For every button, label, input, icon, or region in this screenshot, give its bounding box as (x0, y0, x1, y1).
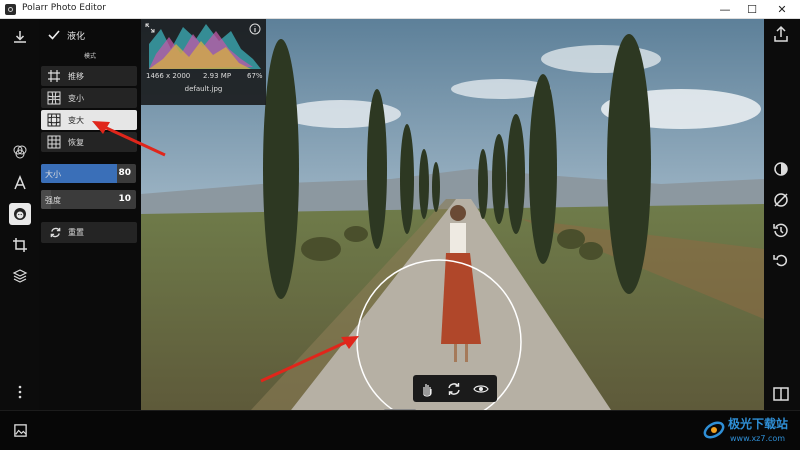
preview-eye-icon[interactable] (473, 381, 489, 397)
face-retouch-icon[interactable] (9, 203, 31, 225)
history-icon[interactable] (771, 220, 791, 240)
info-icon[interactable] (249, 23, 261, 35)
mode-shrink-button[interactable]: 变小 (41, 88, 137, 108)
liquify-panel: 液化 模式 推移 变小 变大 恢复 大小 80 强度 10 重置 (39, 19, 141, 410)
more-options-icon[interactable] (9, 381, 31, 403)
app-logo-icon (5, 4, 16, 15)
reset-label: 重置 (68, 228, 84, 237)
filters-icon[interactable] (9, 141, 31, 163)
zoom-percent: 67% (247, 72, 263, 80)
mode-push-label: 推移 (68, 72, 84, 81)
image-filename: default.jpg (184, 85, 223, 93)
watermark-logo-icon (703, 421, 725, 439)
mode-label: 模式 (83, 53, 96, 60)
image-gallery-icon[interactable] (13, 423, 28, 438)
annotation-arrow-top (92, 121, 166, 157)
strength-slider-value: 10 (118, 194, 131, 204)
photo-canvas[interactable]: 1466 x 2000 2.93 MP 67% default.jpg (141, 19, 764, 410)
histogram-graph (149, 24, 261, 69)
crop-icon[interactable] (9, 234, 31, 256)
size-slider-value: 80 (118, 168, 131, 178)
strength-slider[interactable]: 强度 10 (41, 190, 136, 209)
download-icon[interactable] (9, 26, 31, 48)
panel-title: 液化 (67, 32, 86, 42)
text-tool-icon[interactable] (9, 172, 31, 194)
restore-grid-icon (47, 135, 61, 149)
disable-effects-icon[interactable] (771, 190, 791, 210)
swap-cycle-icon[interactable] (446, 381, 462, 397)
mode-shrink-label: 变小 (68, 94, 84, 103)
image-megapixels: 2.93 MP (203, 72, 232, 80)
hand-pan-icon[interactable] (419, 381, 435, 397)
reset-button[interactable]: 重置 (41, 222, 137, 243)
close-button[interactable]: ✕ (767, 0, 797, 19)
watermark: 极光下载站 www.xz7.com (700, 414, 800, 448)
brush-floating-toolbar (413, 375, 497, 402)
push-grid-icon (48, 70, 60, 82)
histogram-panel: 1466 x 2000 2.93 MP 67% default.jpg (141, 19, 266, 105)
expand-icon[interactable] (145, 23, 155, 33)
maximize-button[interactable]: ☐ (737, 0, 767, 19)
watermark-url: www.xz7.com (730, 434, 786, 443)
layers-icon[interactable] (9, 265, 31, 287)
split-view-icon[interactable] (771, 384, 791, 404)
enlarge-grid-icon (47, 113, 61, 127)
confirm-check-icon[interactable] (47, 28, 61, 42)
mode-push-button[interactable]: 推移 (41, 66, 137, 86)
panel-header: 液化 (39, 26, 141, 46)
undo-icon[interactable] (771, 250, 791, 270)
bottom-bar (0, 410, 800, 450)
size-slider-label: 大小 (45, 170, 61, 179)
title-bar: Polarr Photo Editor — ☐ ✕ (0, 0, 800, 19)
window-title: Polarr Photo Editor (22, 3, 106, 13)
shrink-grid-icon (47, 91, 61, 105)
strength-slider-label: 强度 (45, 196, 61, 205)
left-toolbar (0, 19, 39, 410)
compare-icon[interactable] (771, 159, 791, 179)
image-dimensions: 1466 x 2000 (146, 72, 191, 80)
reset-cycle-icon (50, 227, 61, 238)
minimize-button[interactable]: — (710, 0, 740, 19)
right-toolbar (764, 19, 800, 410)
share-export-icon[interactable] (771, 24, 791, 44)
watermark-title: 极光下载站 (728, 417, 789, 431)
size-slider[interactable]: 大小 80 (41, 164, 136, 183)
